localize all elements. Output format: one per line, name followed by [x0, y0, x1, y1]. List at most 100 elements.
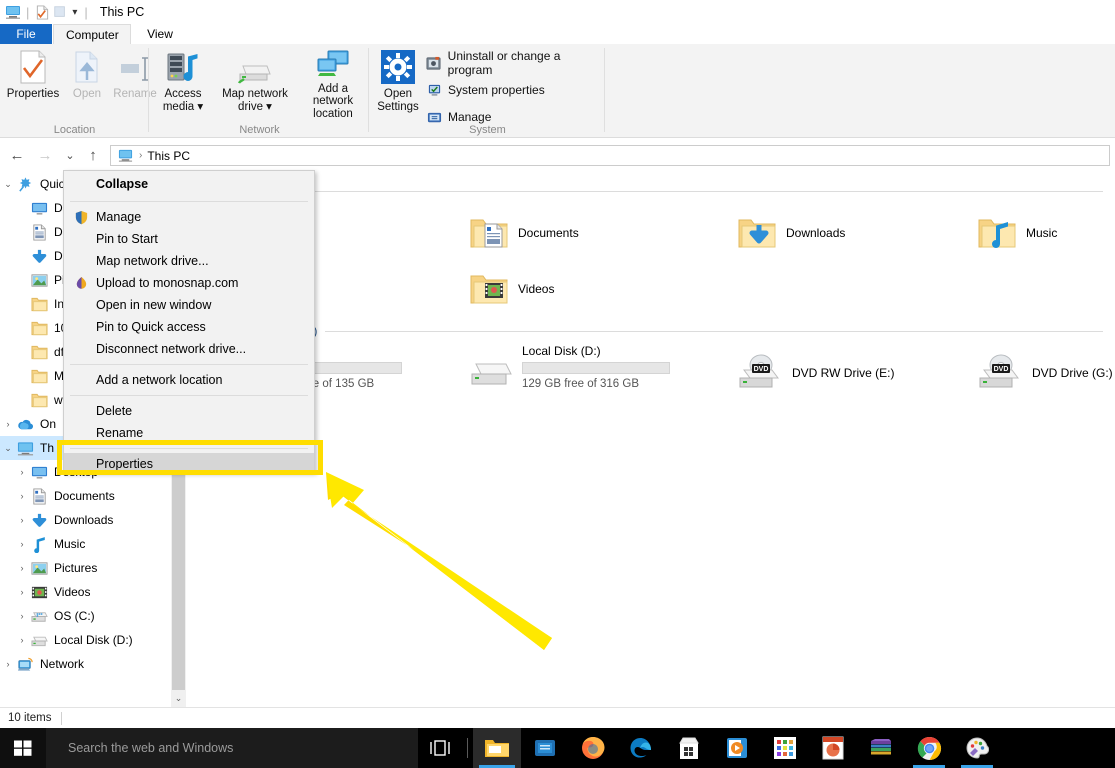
ribbon-access-media-label: Access media ▾: [162, 88, 204, 113]
task-view-icon[interactable]: [418, 728, 462, 768]
folder-item[interactable]: Videos: [468, 268, 554, 310]
ribbon-add-network-location-button[interactable]: Add a network location: [298, 48, 368, 120]
desktop-icon: [30, 463, 48, 481]
context-menu[interactable]: Collapse Manage Pin to Start Map network dr…: [63, 170, 315, 475]
dvd-drive-icon: DVD: [976, 352, 1024, 393]
context-menu-item-pin-to-quick-access[interactable]: Pin to Quick access: [64, 316, 314, 338]
optical-drive-item[interactable]: DVD DVD RW Drive (E:): [736, 352, 894, 393]
chevron-right-icon[interactable]: ›: [14, 323, 30, 333]
os-drive-icon: [30, 607, 48, 625]
chevron-right-icon[interactable]: ›: [14, 299, 30, 309]
menu-item-no-icon: [72, 175, 90, 193]
chevron-down-icon[interactable]: ⌄: [0, 179, 16, 190]
chevron-right-icon[interactable]: ›: [14, 347, 30, 357]
optical-drive-item[interactable]: DVD DVD Drive (G:): [976, 352, 1113, 393]
context-menu-divider: [70, 201, 308, 202]
chevron-right-icon[interactable]: ›: [14, 251, 30, 261]
pictures-icon: [30, 271, 48, 289]
taskbar-notepad-icon[interactable]: [521, 728, 569, 768]
search-input[interactable]: Search the web and Windows: [46, 728, 418, 768]
taskbar-firefox-icon[interactable]: [569, 728, 617, 768]
window-title: This PC: [99, 5, 145, 19]
context-menu-item-delete[interactable]: Delete: [64, 400, 314, 422]
sidebar-item-videos[interactable]: › Videos: [0, 580, 186, 604]
chevron-right-icon[interactable]: ›: [14, 491, 30, 501]
folder-item[interactable]: Music: [976, 212, 1057, 254]
chevron-right-icon[interactable]: ›: [14, 563, 30, 573]
context-menu-item-disconnect-network-drive[interactable]: Disconnect network drive...: [64, 338, 314, 360]
chevron-right-icon[interactable]: ›: [0, 419, 16, 429]
chevron-right-icon[interactable]: ›: [14, 611, 30, 621]
chevron-right-icon[interactable]: ›: [0, 659, 16, 669]
context-menu-item-manage[interactable]: Manage: [64, 206, 314, 228]
taskbar-file-explorer-icon[interactable]: [473, 728, 521, 768]
taskbar-paint-icon[interactable]: [953, 728, 1001, 768]
chevron-right-icon[interactable]: ›: [14, 467, 30, 477]
sidebar-item-documents[interactable]: › Documents: [0, 484, 186, 508]
taskbar-media-player-icon[interactable]: [713, 728, 761, 768]
folders-section-header: Folders (6): [198, 184, 1103, 198]
folder-item[interactable]: Documents: [468, 212, 579, 254]
documents-icon: [30, 487, 48, 505]
chevron-right-icon[interactable]: ›: [14, 635, 30, 645]
up-button[interactable]: ↑: [82, 144, 104, 166]
back-button[interactable]: ←: [6, 144, 28, 166]
chevron-right-icon[interactable]: ›: [14, 371, 30, 381]
navigation-scrollbar-thumb[interactable]: [172, 470, 185, 690]
context-menu-item-rename[interactable]: Rename: [64, 422, 314, 444]
documents-icon: [30, 223, 48, 241]
ribbon-access-media-button[interactable]: Access media ▾: [152, 48, 214, 120]
sidebar-item-pictures[interactable]: › Pictures: [0, 556, 186, 580]
quick-access-toolbar-dropdown[interactable]: ▾: [69, 7, 80, 18]
tab-computer[interactable]: Computer: [53, 24, 131, 44]
taskbar-edge-icon[interactable]: [617, 728, 665, 768]
search-placeholder: Search the web and Windows: [68, 741, 234, 755]
taskbar-store-icon[interactable]: [665, 728, 713, 768]
context-menu-item-label: Add a network location: [96, 373, 223, 387]
folder-item[interactable]: Downloads: [736, 212, 845, 254]
sidebar-item-label: Downloads: [54, 513, 114, 527]
sidebar-item-network[interactable]: › Network: [0, 652, 186, 676]
chevron-right-icon[interactable]: ›: [14, 203, 30, 213]
ribbon-properties-button[interactable]: Properties: [2, 48, 64, 120]
chevron-right-icon[interactable]: ›: [14, 515, 30, 525]
chevron-right-icon[interactable]: ›: [14, 587, 30, 597]
ribbon-uninstall-or-change-a-program-button[interactable]: Uninstall or change a program: [426, 49, 605, 77]
sidebar-item-music[interactable]: › Music: [0, 532, 186, 556]
start-button[interactable]: [0, 728, 46, 768]
ribbon-map-network-drive-button[interactable]: Map network drive ▾: [216, 48, 294, 120]
taskbar-chrome-icon[interactable]: [905, 728, 953, 768]
context-menu-item-pin-to-start[interactable]: Pin to Start: [64, 228, 314, 250]
ribbon-open-settings-button[interactable]: Open Settings: [372, 48, 424, 120]
chevron-down-icon[interactable]: ⌄: [0, 443, 16, 454]
context-menu-item-add-a-network-location[interactable]: Add a network location: [64, 369, 314, 391]
sidebar-item-local-disk-d[interactable]: › Local Disk (D:): [0, 628, 186, 652]
taskbar-apps-grid-icon[interactable]: [761, 728, 809, 768]
star-pin-icon: [16, 175, 34, 193]
context-menu-item-map-network-drive[interactable]: Map network drive...: [64, 250, 314, 272]
taskbar-winrar-icon[interactable]: [857, 728, 905, 768]
recent-locations-button[interactable]: ⌄: [59, 144, 81, 166]
context-menu-item-properties[interactable]: Properties: [64, 453, 314, 475]
ribbon-system-properties-button[interactable]: System properties: [426, 79, 545, 101]
context-menu-item-collapse[interactable]: Collapse: [64, 171, 314, 197]
breadcrumb[interactable]: This PC: [147, 149, 190, 163]
tab-file[interactable]: File: [0, 24, 52, 44]
chevron-right-icon[interactable]: ›: [14, 275, 30, 285]
chevron-right-icon[interactable]: ›: [14, 227, 30, 237]
context-menu-item-open-in-new-window[interactable]: Open in new window: [64, 294, 314, 316]
sidebar-item-os-c[interactable]: › OS (C:): [0, 604, 186, 628]
chevron-right-icon[interactable]: ›: [14, 395, 30, 405]
properties-icon[interactable]: [33, 3, 51, 21]
navigation-scroll-down-button[interactable]: ⌄: [171, 690, 186, 707]
sidebar-item-downloads[interactable]: › Downloads: [0, 508, 186, 532]
forward-button[interactable]: →: [34, 144, 56, 166]
address-input[interactable]: › This PC: [110, 145, 1110, 166]
context-menu-item-upload-to-monosnap-com[interactable]: Upload to monosnap.com: [64, 272, 314, 294]
tab-view[interactable]: View: [134, 24, 186, 44]
chevron-right-icon[interactable]: ›: [14, 539, 30, 549]
taskbar-powerpoint-icon[interactable]: [809, 728, 857, 768]
drive-item[interactable]: Local Disk (D:) 129 GB free of 316 GB: [468, 344, 718, 394]
new-folder-icon[interactable]: [51, 3, 69, 21]
menu-item-no-icon: [72, 371, 90, 389]
